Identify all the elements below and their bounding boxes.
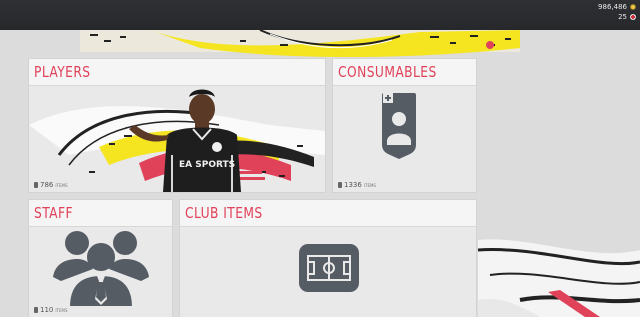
- consumables-title: CONSUMABLES: [338, 63, 437, 81]
- points-row: 25: [598, 12, 636, 22]
- staff-icon: [53, 231, 149, 307]
- coins-icon: [630, 4, 636, 10]
- players-tile[interactable]: PLAYERS EA SPORTS 786 ITEMS: [29, 59, 325, 192]
- top-bar: 986,486 25: [0, 0, 640, 30]
- consumable-card-icon: [382, 93, 416, 159]
- staff-tile-header: STAFF: [29, 200, 172, 227]
- currency-display: 986,486 25: [598, 2, 636, 22]
- coins-row: 986,486: [598, 2, 636, 12]
- player-artwork: EA SPORTS: [29, 89, 325, 192]
- consumables-tile[interactable]: CONSUMABLES 1336 ITEMS: [333, 59, 476, 192]
- players-count-value: 786: [40, 181, 54, 189]
- points-value: 25: [618, 13, 627, 21]
- pitch-icon: [299, 244, 359, 292]
- players-count-unit: ITEMS: [55, 182, 68, 188]
- card-icon: [34, 307, 38, 313]
- consumables-count-unit: ITEMS: [363, 182, 376, 188]
- players-count: 786 ITEMS: [34, 181, 68, 189]
- players-title: PLAYERS: [34, 63, 91, 81]
- fifa-points-icon: [630, 14, 636, 20]
- staff-title: STAFF: [34, 204, 73, 222]
- card-icon: [34, 182, 38, 188]
- club-items-title: CLUB ITEMS: [185, 204, 263, 222]
- coins-value: 986,486: [598, 3, 627, 11]
- club-items-tile-header: CLUB ITEMS: [180, 200, 476, 227]
- shirt-sponsor: EA SPORTS: [179, 160, 235, 170]
- players-tile-header: PLAYERS: [29, 59, 325, 86]
- staff-tile[interactable]: STAFF 110 ITEMS: [29, 200, 172, 317]
- staff-count: 110 ITEMS: [34, 306, 68, 314]
- club-items-tile[interactable]: CLUB ITEMS: [180, 200, 476, 317]
- consumables-tile-header: CONSUMABLES: [333, 59, 476, 86]
- consumables-count-value: 1336: [344, 181, 362, 189]
- staff-count-value: 110: [40, 306, 54, 314]
- card-icon: [338, 182, 342, 188]
- consumables-count: 1336 ITEMS: [338, 181, 376, 189]
- staff-count-unit: ITEMS: [55, 307, 68, 313]
